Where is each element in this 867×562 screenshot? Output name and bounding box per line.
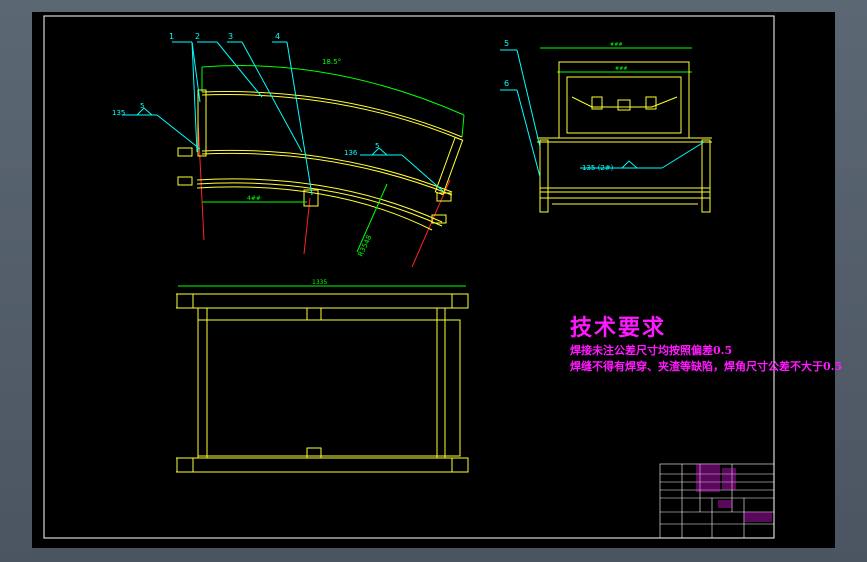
tech-requirements-line-1: 焊接未注公差尺寸均按照偏差0.5 xyxy=(570,344,733,357)
plan-view: 1335 xyxy=(176,279,469,473)
balloon-6: 6 xyxy=(504,79,509,88)
arc-view: 18.5° 4## R3548 1 2 3 4 135 5 136 5 xyxy=(112,32,465,268)
balloon-4: 4 xyxy=(275,32,280,41)
plan-belt-area xyxy=(197,319,461,457)
weld-label-mid: 136 xyxy=(344,149,358,157)
side-view: ### ### 5 6 135 (2#) xyxy=(500,39,712,213)
arc-dimension-line xyxy=(201,65,465,116)
end-post-right xyxy=(434,136,464,196)
cad-drawing: 18.5° 4## R3548 1 2 3 4 135 5 136 5 ### … xyxy=(43,15,775,539)
radius-label: R3548 xyxy=(357,234,374,258)
side-leg-right xyxy=(701,139,711,213)
side-leg-left xyxy=(539,139,549,213)
svg-text:5: 5 xyxy=(375,142,379,150)
tech-requirements-title: 技术要求 xyxy=(570,315,667,341)
weld-label-left: 135 xyxy=(112,109,125,117)
stringer-bottom xyxy=(196,178,443,223)
plan-length-label: 1335 xyxy=(312,279,327,286)
svg-text:###: ### xyxy=(615,66,628,72)
balloon-5: 5 xyxy=(504,39,509,48)
balloon-2: 2 xyxy=(195,32,200,41)
arc-angle-label: 18.5° xyxy=(322,58,341,66)
cad-viewport[interactable]: 18.5° 4## R3548 1 2 3 4 135 5 136 5 ### … xyxy=(32,12,842,548)
stringer-mid xyxy=(201,149,453,193)
weld-label-side: 135 (2#) xyxy=(582,164,614,172)
svg-text:5: 5 xyxy=(140,102,144,110)
tech-requirements-line-2: 焊缝不得有焊穿、夹渣等缺陷，焊角尺寸公差不大于0.5 xyxy=(570,360,843,373)
idler-trough xyxy=(571,96,678,108)
side-frame-inner xyxy=(566,76,682,134)
svg-text:###: ### xyxy=(610,42,623,48)
svg-text:4##: 4## xyxy=(247,195,261,202)
drawing-frame xyxy=(43,15,775,539)
balloon-1: 1 xyxy=(169,32,174,41)
title-block xyxy=(659,463,775,539)
balloon-3: 3 xyxy=(228,32,233,41)
